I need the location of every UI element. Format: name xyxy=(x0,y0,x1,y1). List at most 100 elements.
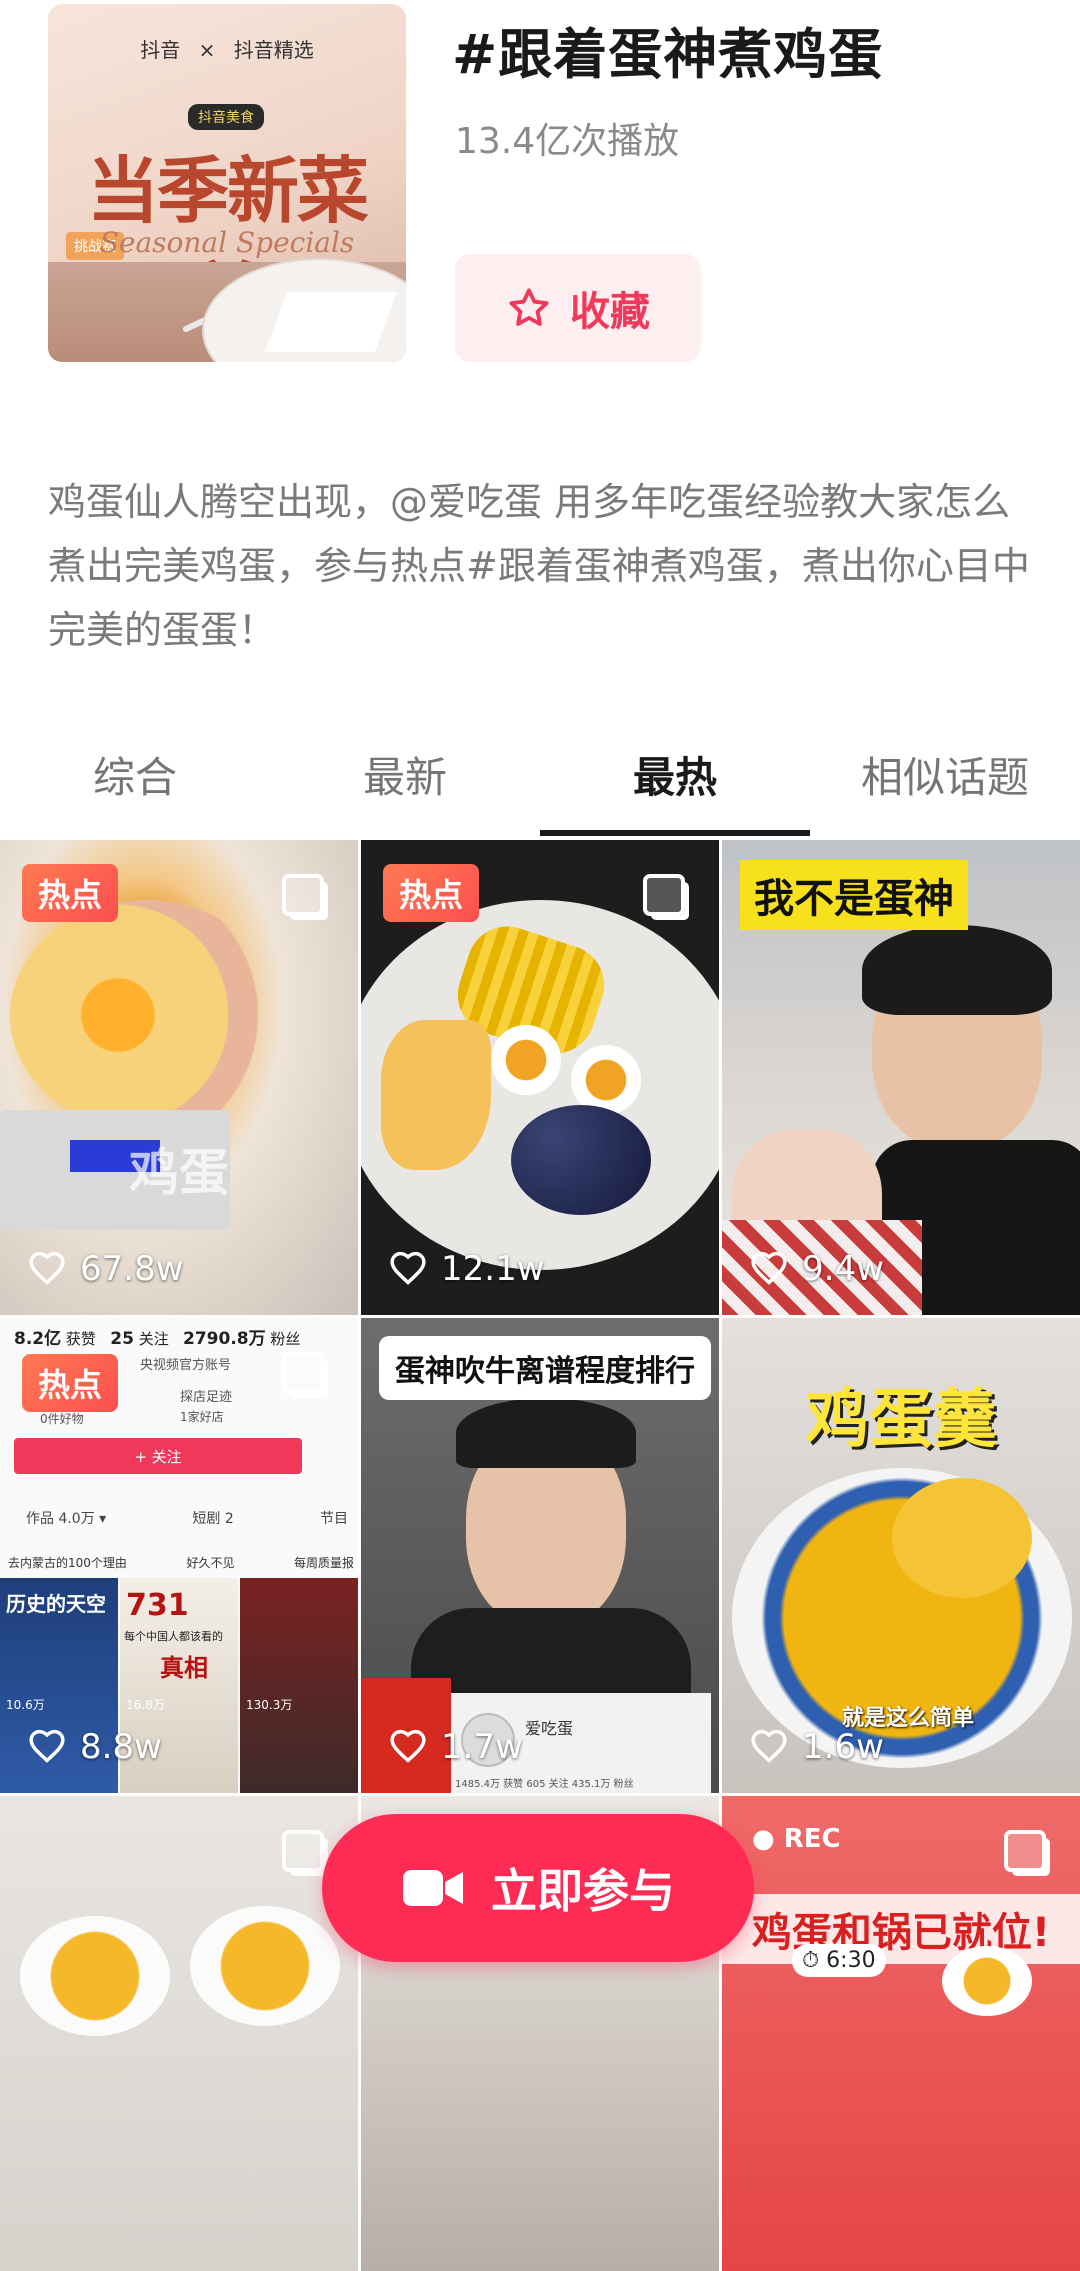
like-count: 9.4w xyxy=(750,1249,884,1289)
profile-thumb: 130.3万 xyxy=(240,1578,358,1793)
like-count-text: 1.6w xyxy=(802,1727,884,1767)
like-count: 1.6w xyxy=(750,1727,884,1767)
stat-label: 获赞 xyxy=(65,1330,96,1348)
rec-indicator: ● REC xyxy=(752,1824,841,1854)
profile-pin: 好久不见 xyxy=(186,1556,235,1570)
video-card[interactable]: 鸡蛋羹 就是这么简单 1.6w xyxy=(722,1318,1080,1793)
tab-hottest[interactable]: 最热 xyxy=(540,726,810,836)
play-count: 13.4亿次播放 xyxy=(455,121,680,162)
topic-title: #跟着蛋神煮鸡蛋 xyxy=(452,23,884,86)
video-overlay-title: 我不是蛋神 xyxy=(740,860,968,930)
egg-half-image xyxy=(190,1906,340,2026)
cover-tag: 抖音美食 xyxy=(188,104,264,130)
thumb-title: 731 xyxy=(126,1588,189,1623)
shop-label: 探店足迹 xyxy=(180,1390,233,1405)
multi-image-icon xyxy=(643,874,685,916)
account-label: 央视频官方账号 xyxy=(140,1358,232,1373)
profile-pins: 去内蒙古的100个理由 好久不见 每周质量报 xyxy=(8,1554,354,1571)
video-card[interactable]: 热点 12.1w xyxy=(361,840,719,1315)
multi-image-icon xyxy=(282,1830,324,1872)
timer-text: 6:30 xyxy=(826,1948,876,1973)
join-button-label: 立即参与 xyxy=(491,1864,675,1918)
heart-icon xyxy=(390,1251,426,1285)
like-count-text: 12.1w xyxy=(441,1249,545,1289)
tab-similar-topics[interactable]: 相似话题 xyxy=(810,726,1080,836)
join-challenge-button[interactable]: 立即参与 xyxy=(322,1814,754,1962)
cover-napkin xyxy=(265,292,397,352)
stat-value: 8.2亿 xyxy=(14,1329,62,1349)
like-count-text: 67.8w xyxy=(80,1249,184,1289)
profile-pin: 每周质量报 xyxy=(293,1556,354,1570)
shop-label: 0件好物 xyxy=(40,1412,84,1426)
cover-brand-sep: × xyxy=(198,38,216,62)
egg-half-image xyxy=(20,1916,170,2036)
orange-image xyxy=(381,1020,491,1170)
cover-script-text: Seasonal Specials xyxy=(99,226,355,259)
heart-icon xyxy=(29,1251,65,1285)
like-count: 1.7w xyxy=(389,1727,523,1767)
douyin-logo: 抖音 xyxy=(140,38,181,62)
heart-icon xyxy=(29,1729,65,1763)
heart-icon xyxy=(751,1251,787,1285)
like-count-text: 9.4w xyxy=(802,1249,884,1289)
hot-badge: 热点 xyxy=(22,1354,118,1412)
video-card[interactable]: ● REC 鸡蛋和锅已就位! ⏱ 6:30 xyxy=(722,1796,1080,2271)
blueberries-image xyxy=(511,1105,651,1215)
profile-stats: 1485.4万 获赞 605 关注 435.1万 粉丝 xyxy=(455,1779,634,1790)
profile-stats: 8.2亿 获赞 25 关注 2790.8万 粉丝 xyxy=(14,1324,300,1349)
like-count: 8.8w xyxy=(28,1727,162,1767)
like-count-text: 8.8w xyxy=(80,1727,162,1767)
man-hair-image xyxy=(862,925,1052,1015)
like-count-text: 1.7w xyxy=(441,1727,523,1767)
profile-subtab: 作品 4.0万 ▾ xyxy=(26,1511,107,1527)
heart-icon xyxy=(390,1729,426,1763)
video-card[interactable]: 8.2亿 获赞 25 关注 2790.8万 粉丝 央视频官方账号 0件好物 探店… xyxy=(0,1318,358,1793)
video-overlay-title: 鸡蛋羹 xyxy=(805,1383,997,1457)
video-overlay-title: 鸡蛋和锅已就位! xyxy=(722,1894,1080,1964)
thumb-title: 历史的天空 xyxy=(6,1592,106,1616)
hot-badge: 热点 xyxy=(383,864,479,922)
thumb-count: 10.6万 xyxy=(6,1698,45,1712)
video-card[interactable] xyxy=(0,1796,358,2271)
tab-bar: 综合 最新 最热 相似话题 xyxy=(0,726,1080,836)
heart-icon xyxy=(751,1729,787,1763)
tab-general[interactable]: 综合 xyxy=(0,726,270,836)
clock-icon: ⏱ xyxy=(802,1948,820,1973)
egg-half-image xyxy=(942,1946,1032,2016)
timer-badge: ⏱ 6:30 xyxy=(792,1944,886,1977)
profile-name: 爱吃蛋 xyxy=(525,1719,574,1738)
star-outline-icon xyxy=(509,288,549,326)
collect-button[interactable]: 收藏 xyxy=(455,254,701,362)
egg-half-image xyxy=(491,1025,561,1095)
multi-image-icon xyxy=(1004,1830,1046,1872)
video-card[interactable]: 爱吃蛋 1485.4万 获赞 605 关注 435.1万 粉丝 蛋神吹牛离谱程度… xyxy=(361,1318,719,1793)
like-count: 12.1w xyxy=(389,1249,545,1289)
collect-label: 收藏 xyxy=(570,289,650,335)
douyin-selection-logo: 抖音精选 xyxy=(233,38,314,62)
thumb-count: 130.3万 xyxy=(246,1698,293,1712)
thumb-count: 16.8万 xyxy=(126,1698,165,1712)
profile-subtab: 短剧 2 xyxy=(192,1511,234,1527)
stat-value: 2790.8万 xyxy=(183,1329,266,1349)
man-cap-image xyxy=(456,1398,636,1468)
follow-button: + 关注 xyxy=(14,1438,302,1474)
profile-subtab: 节目 xyxy=(320,1511,348,1527)
video-grid: 热点 鸡蛋 67.8w 热点 12.1w 我不是蛋神 9.4w 8.2亿 获赞 … xyxy=(0,840,1080,2271)
multi-image-icon xyxy=(282,1352,324,1394)
video-overlay-title: 蛋神吹牛离谱程度排行 xyxy=(379,1336,711,1400)
hot-badge: 热点 xyxy=(22,864,118,922)
tab-latest[interactable]: 最新 xyxy=(270,726,540,836)
video-caption: 鸡蛋 xyxy=(129,1144,229,1202)
cover-brand-row: 抖音 × 抖音精选 xyxy=(48,34,406,63)
profile-subtabs: 作品 4.0万 ▾ 短剧 2 节目 xyxy=(26,1508,348,1528)
video-card[interactable]: 我不是蛋神 9.4w xyxy=(722,840,1080,1315)
shop-label: 1家好店 xyxy=(180,1410,224,1424)
egg-bowl-image xyxy=(10,900,280,1130)
spoon-egg-image xyxy=(892,1478,1032,1598)
video-camera-icon xyxy=(403,1870,463,1906)
profile-pin: 去内蒙古的100个理由 xyxy=(8,1556,127,1570)
topic-cover-image: 抖音 × 抖音精选 抖音美食 当季新菜单 挑战赛 Seasonal Specia… xyxy=(48,4,406,362)
stat-value: 25 xyxy=(110,1329,134,1349)
stat-label: 粉丝 xyxy=(270,1330,301,1348)
video-card[interactable]: 热点 鸡蛋 67.8w xyxy=(0,840,358,1315)
